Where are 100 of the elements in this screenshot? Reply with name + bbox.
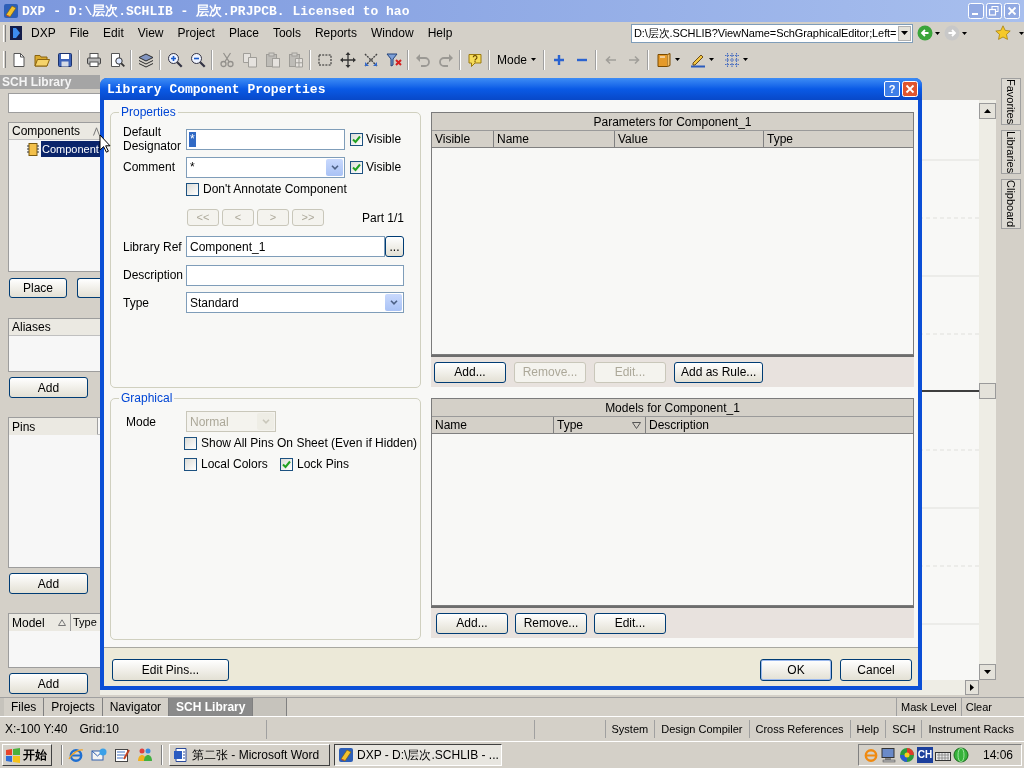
ime-indicator[interactable]: CH [917, 747, 933, 763]
menu-item[interactable]: View [130, 24, 171, 42]
add-button[interactable]: Add [9, 673, 88, 694]
column-header[interactable]: Name [432, 417, 554, 433]
people-icon[interactable] [137, 747, 153, 763]
column-header[interactable]: Type [554, 417, 646, 433]
place-button[interactable]: Place [9, 278, 67, 298]
column-header[interactable]: Value [615, 131, 764, 147]
menu-item[interactable]: Edit [96, 24, 131, 42]
description-field[interactable] [186, 264, 404, 286]
type-dropdown[interactable]: Standard [186, 292, 404, 313]
mode-menu-button[interactable]: Mode [492, 49, 542, 70]
help-button[interactable]: ? [884, 81, 900, 97]
menu-item[interactable]: Tools [265, 24, 308, 42]
grip-icon[interactable] [3, 51, 6, 68]
panel-control-button[interactable]: Clear [960, 698, 996, 716]
table-button[interactable]: Edit... [594, 612, 666, 634]
ok-button[interactable]: OK [760, 659, 832, 681]
menu-item[interactable]: Project [170, 24, 222, 42]
side-panel-tab[interactable]: Clipboard [1000, 179, 1021, 229]
browse-button[interactable]: ... [385, 236, 404, 257]
task-button[interactable]: 第二张 - Microsoft Word [169, 744, 330, 766]
comment-dropdown[interactable]: * [186, 156, 345, 178]
column-header[interactable]: Pins [9, 418, 97, 435]
grip-icon[interactable] [3, 24, 6, 42]
library-ref-field[interactable]: Component_1 [186, 236, 385, 257]
minimize-icon[interactable] [968, 3, 984, 19]
menu-item[interactable]: Help [420, 24, 460, 42]
checkbox[interactable] [280, 457, 293, 471]
checkbox[interactable] [186, 182, 199, 196]
logo-icon[interactable] [10, 26, 22, 40]
checkbox[interactable] [350, 160, 363, 174]
print-preview-icon[interactable] [108, 51, 125, 68]
column-header[interactable]: Type [70, 614, 100, 631]
column-header[interactable]: Type [764, 131, 913, 147]
panel-tab[interactable]: Files [4, 698, 45, 716]
add-button[interactable]: Add [9, 573, 88, 594]
table-button[interactable]: Add... [434, 361, 506, 383]
column-header[interactable]: Visible [432, 131, 494, 147]
side-panel-tab[interactable]: Libraries [1000, 130, 1021, 175]
column-header[interactable]: Aliases [9, 319, 100, 336]
column-header[interactable]: Components [9, 123, 100, 140]
panel-button[interactable] [77, 278, 100, 298]
checkbox[interactable] [184, 436, 197, 450]
envelope-icon[interactable] [91, 747, 107, 763]
new-document-icon[interactable] [10, 51, 27, 68]
computer-icon[interactable] [881, 747, 897, 763]
checkbox[interactable] [184, 457, 197, 471]
help-icon[interactable] [466, 51, 483, 68]
scrollbar-thumb[interactable] [979, 383, 996, 399]
search-field[interactable] [8, 93, 100, 113]
panel-tab[interactable]: Projects [44, 698, 103, 716]
close-icon[interactable] [1004, 3, 1020, 19]
panel-menu-button[interactable]: Design Compiler [654, 720, 749, 738]
menu-item[interactable]: File [62, 24, 97, 42]
dropdown-button[interactable] [898, 25, 911, 41]
panel-menu-button[interactable]: Cross References [748, 720, 850, 738]
cancel-button[interactable]: Cancel [840, 659, 912, 681]
designator-field[interactable]: * [186, 128, 345, 150]
task-button[interactable]: DXP - D:\层次.SCHLIB - ... [334, 744, 502, 766]
edit-pins-button[interactable]: Edit Pins... [112, 659, 229, 681]
grid-icon[interactable] [724, 51, 741, 68]
menu-item[interactable]: Reports [307, 24, 364, 42]
menu-item[interactable]: DXP [24, 24, 63, 42]
menu-item[interactable]: Place [221, 24, 266, 42]
e-logo-icon[interactable] [68, 747, 84, 763]
start-button[interactable]: 开始 [2, 744, 52, 766]
book-icon[interactable] [656, 51, 673, 68]
filter-icon[interactable] [632, 421, 641, 429]
side-panel-tab[interactable]: Favorites [1000, 78, 1021, 126]
panel-menu-button[interactable]: Help [849, 720, 886, 738]
dashed-rectangle-icon[interactable] [316, 51, 333, 68]
star-icon[interactable] [995, 25, 1011, 41]
add-button[interactable]: Add [9, 377, 88, 398]
notepad-icon[interactable] [114, 747, 130, 763]
crossed-arrows-icon[interactable] [362, 51, 379, 68]
table-button[interactable]: Remove... [515, 612, 587, 634]
back-icon[interactable] [917, 25, 933, 41]
panel-control-button[interactable]: Mask Level [896, 698, 961, 716]
layers-icon[interactable] [137, 51, 154, 68]
restore-icon[interactable] [986, 3, 1002, 19]
menu-item[interactable]: Window [363, 24, 421, 42]
move-arrows-icon[interactable] [339, 51, 356, 68]
address-field[interactable]: D:\层次.SCHLIB?ViewName=SchGraphicalEditor;Left= [631, 23, 913, 43]
panel-tab[interactable]: Navigator [102, 698, 170, 716]
zoom-out-icon[interactable] [189, 51, 206, 68]
tree-item[interactable]: Component [41, 141, 100, 157]
printer-icon[interactable] [85, 51, 102, 68]
funnel-x-icon[interactable] [385, 51, 402, 68]
checkbox[interactable] [350, 132, 363, 146]
ball-icon[interactable] [899, 747, 915, 763]
column-header[interactable]: Name [494, 131, 615, 147]
table-button[interactable]: Add as Rule... [674, 361, 764, 383]
close-icon[interactable] [902, 81, 918, 97]
column-header[interactable]: Model [9, 614, 70, 631]
column-header[interactable]: Description [646, 417, 913, 433]
zoom-in-icon[interactable] [166, 51, 183, 68]
table-button[interactable]: Add... [436, 612, 508, 634]
vertical-scrollbar[interactable] [979, 100, 996, 680]
panel-menu-button[interactable]: Instrument Racks [921, 720, 1020, 738]
